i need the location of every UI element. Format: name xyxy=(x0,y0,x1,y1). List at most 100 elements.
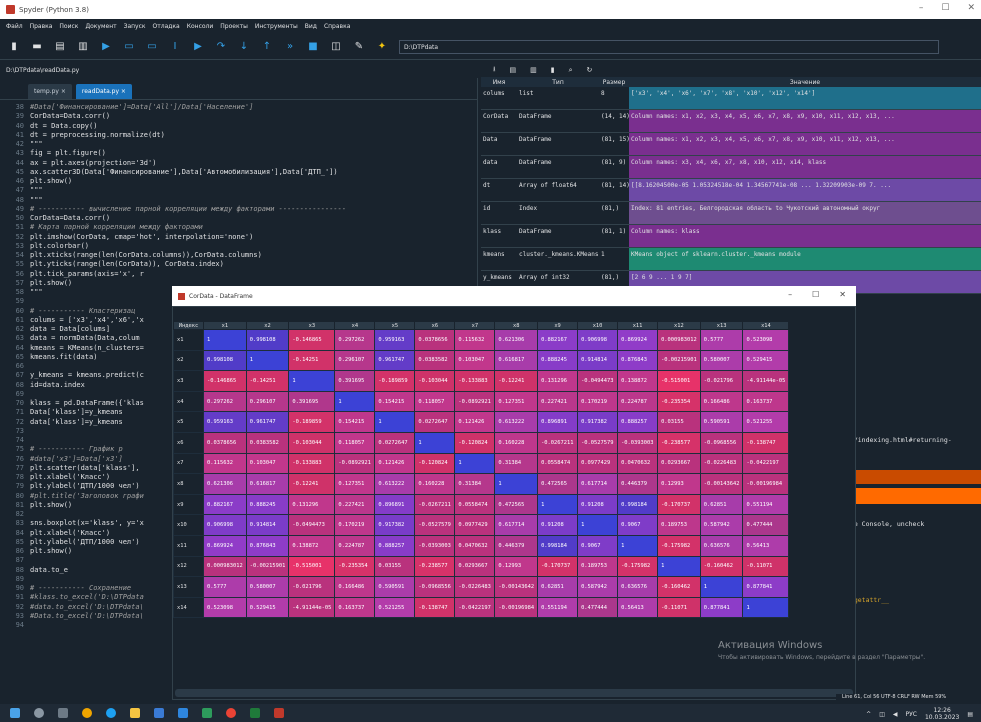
table-cell[interactable]: 0.523098 xyxy=(203,596,247,619)
save-data-icon[interactable]: ▤ xyxy=(509,66,516,74)
table-cell[interactable]: -0.175982 xyxy=(617,555,659,578)
column-header[interactable]: x14 xyxy=(742,321,790,330)
table-cell[interactable]: -0.12241 xyxy=(494,370,539,392)
table-cell[interactable]: 0.03155 xyxy=(374,555,416,578)
table-cell[interactable]: -0.160462 xyxy=(657,576,701,598)
menu-item[interactable]: Отладка xyxy=(153,23,180,30)
table-cell[interactable]: 0.166486 xyxy=(334,576,376,598)
table-cell[interactable]: -0.0422197 xyxy=(454,596,496,619)
app-icon[interactable] xyxy=(82,708,92,718)
index-header[interactable]: Индекс xyxy=(173,321,204,330)
maximize-pane-icon[interactable]: ◫ xyxy=(330,41,342,53)
table-cell[interactable]: 0.613222 xyxy=(374,473,416,495)
row-index[interactable]: x2 xyxy=(173,349,204,372)
table-cell[interactable]: 0.636576 xyxy=(699,534,744,557)
table-cell[interactable]: 0.621306 xyxy=(203,473,247,495)
table-cell[interactable]: 0.959163 xyxy=(374,329,416,351)
new-file-icon[interactable]: ▮ xyxy=(8,41,20,53)
table-cell[interactable]: 0.62851 xyxy=(537,576,579,598)
table-cell[interactable]: -0.0267211 xyxy=(537,431,579,454)
maximize-icon[interactable]: ☐ xyxy=(941,3,949,13)
table-cell[interactable]: 0.5777 xyxy=(203,576,247,598)
table-cell[interactable]: 0.590591 xyxy=(699,411,744,433)
table-cell[interactable]: 0.906998 xyxy=(577,329,619,351)
table-cell[interactable]: 1 xyxy=(742,596,790,619)
table-cell[interactable]: 0.154215 xyxy=(334,411,376,433)
continue-icon[interactable]: » xyxy=(284,41,296,53)
windows-start-icon[interactable] xyxy=(10,708,20,718)
explorer-icon[interactable] xyxy=(130,708,140,718)
run-cell-advance-icon[interactable]: ▭ xyxy=(146,41,158,53)
table-cell[interactable]: 0.297262 xyxy=(334,329,376,351)
table-cell[interactable]: 0.03155 xyxy=(657,411,701,433)
menu-item[interactable]: Инструменты xyxy=(255,23,298,30)
table-cell[interactable]: 0.170219 xyxy=(577,390,619,413)
maximize-icon[interactable]: ☐ xyxy=(812,290,819,299)
table-cell[interactable]: 0.0293667 xyxy=(657,452,701,475)
table-cell[interactable]: 0.115632 xyxy=(203,452,247,475)
table-cell[interactable]: 0.0383582 xyxy=(414,349,456,372)
table-cell[interactable]: 0.998108 xyxy=(203,349,247,372)
variable-row[interactable]: kmeans cluster._kmeans.KMeans 1 KMeans obje… xyxy=(481,248,981,271)
table-cell[interactable]: 0.296107 xyxy=(334,349,376,372)
table-cell[interactable]: 0.121426 xyxy=(374,452,416,475)
table-cell[interactable]: 0.587942 xyxy=(577,576,619,598)
table-cell[interactable]: -0.0494473 xyxy=(288,514,336,536)
table-cell[interactable]: -0.00215901 xyxy=(657,349,701,372)
table-cell[interactable]: 0.227421 xyxy=(537,390,579,413)
table-cell[interactable]: -0.14251 xyxy=(288,349,336,372)
variable-row[interactable]: colums list 8 ['x3', 'x4', 'x6', 'x7', 'x8'… xyxy=(481,87,981,110)
save-all-icon[interactable]: ▥ xyxy=(77,41,89,53)
refresh-icon[interactable]: ↻ xyxy=(586,66,592,74)
col-header-name[interactable]: Имя xyxy=(481,77,517,87)
table-cell[interactable]: 1 xyxy=(203,329,247,351)
table-cell[interactable]: 0.103047 xyxy=(454,349,496,372)
table-cell[interactable]: -0.175982 xyxy=(657,534,701,557)
table-cell[interactable]: 0.961747 xyxy=(245,411,290,433)
table-cell[interactable]: -0.138747 xyxy=(742,431,790,454)
table-cell[interactable]: 0.521255 xyxy=(742,411,790,433)
row-index[interactable]: x14 xyxy=(173,596,204,619)
table-cell[interactable]: 0.917382 xyxy=(374,514,416,536)
table-cell[interactable]: -0.515001 xyxy=(288,555,336,578)
table-cell[interactable]: 1 xyxy=(288,370,336,392)
table-cell[interactable]: 0.163737 xyxy=(742,390,790,413)
menu-item[interactable]: Вид xyxy=(305,23,317,30)
stop-icon[interactable]: ■ xyxy=(307,41,319,53)
variable-row[interactable]: CorData DataFrame (14, 14) Column names: x1… xyxy=(481,110,981,133)
column-header[interactable]: x12 xyxy=(657,321,701,330)
table-cell[interactable]: 0.998184 xyxy=(537,534,579,557)
column-header[interactable]: x10 xyxy=(577,321,619,330)
open-folder-icon[interactable]: ▬ xyxy=(31,41,43,53)
table-cell[interactable]: 0.56413 xyxy=(742,534,790,557)
table-cell[interactable]: 1 xyxy=(537,493,579,516)
app-icon[interactable] xyxy=(202,708,212,718)
table-cell[interactable]: 0.917382 xyxy=(577,411,619,433)
close-icon[interactable]: ✕ xyxy=(967,3,975,13)
table-cell[interactable]: 0.0558474 xyxy=(537,452,579,475)
table-cell[interactable]: -0.11071 xyxy=(742,555,790,578)
table-cell[interactable]: 0.0977429 xyxy=(577,452,619,475)
table-cell[interactable]: 0.62851 xyxy=(699,493,744,516)
table-cell[interactable]: 0.888257 xyxy=(374,534,416,557)
table-cell[interactable]: 0.160228 xyxy=(494,431,539,454)
table-cell[interactable]: 0.472565 xyxy=(494,493,539,516)
row-index[interactable]: x10 xyxy=(173,514,204,536)
menu-item[interactable]: Запуск xyxy=(124,23,146,30)
table-cell[interactable]: 0.914814 xyxy=(577,349,619,372)
variable-row[interactable]: dt Array of float64 (81, 14) [[8.16204500e-… xyxy=(481,179,981,202)
column-header[interactable]: x2 xyxy=(245,321,290,330)
table-cell[interactable]: -0.160462 xyxy=(699,555,744,578)
table-cell[interactable]: 0.959163 xyxy=(203,411,247,433)
table-cell[interactable]: 0.0383582 xyxy=(245,431,290,454)
row-index[interactable]: x9 xyxy=(173,493,204,516)
table-cell[interactable]: -0.0393003 xyxy=(414,534,456,557)
table-cell[interactable]: 0.91208 xyxy=(537,514,579,536)
table-cell[interactable]: -0.0494473 xyxy=(577,370,619,392)
table-cell[interactable]: 0.163737 xyxy=(334,596,376,619)
table-cell[interactable]: 0.998108 xyxy=(245,329,290,351)
table-cell[interactable]: 0.0378656 xyxy=(414,329,456,351)
table-cell[interactable]: 0.127351 xyxy=(334,473,376,495)
table-cell[interactable]: -0.00143642 xyxy=(699,473,744,495)
row-index[interactable]: x13 xyxy=(173,576,204,598)
